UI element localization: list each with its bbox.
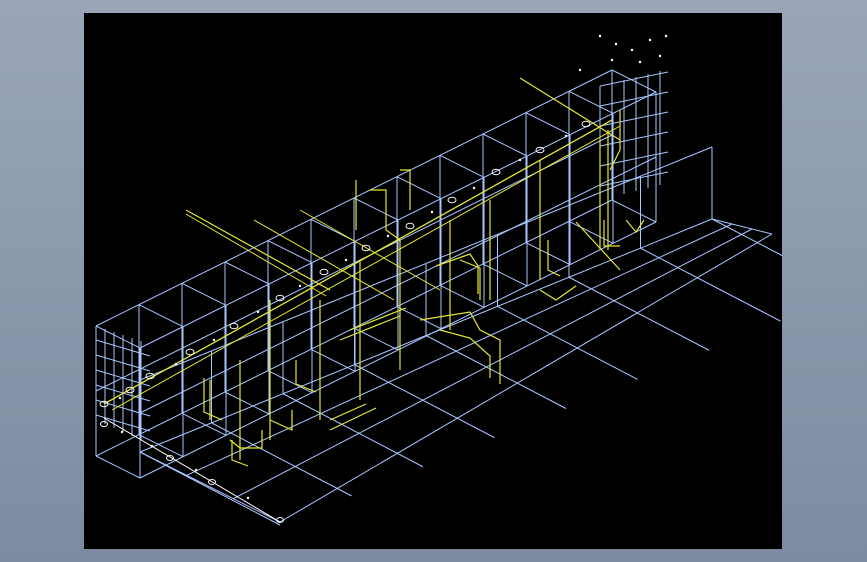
frame-cross-bottom xyxy=(267,370,313,394)
building-frame-grid xyxy=(95,69,782,526)
frame-cross-top xyxy=(95,325,141,349)
pipe-elbow xyxy=(203,378,223,421)
pipe-joint-dot xyxy=(174,362,178,366)
floor-right-edge xyxy=(711,218,773,235)
ground-marker-ring xyxy=(100,421,108,427)
pipe-joint-dot xyxy=(518,158,522,162)
construction-point-dot xyxy=(610,58,614,62)
pipe-joint-dot xyxy=(298,284,302,288)
pipe-elbow xyxy=(370,189,401,241)
pipe-loop xyxy=(419,311,501,384)
floor-grid-depth xyxy=(497,305,638,380)
pipe-joint-dot xyxy=(212,338,216,342)
frame-cross-top xyxy=(439,154,485,178)
construction-point-dot xyxy=(614,42,618,46)
frame-cross-top xyxy=(482,133,528,157)
floor-grid-depth xyxy=(711,218,782,257)
pipe-fitting-ring xyxy=(405,222,415,230)
pipe-fittings xyxy=(99,34,668,523)
pipe-joint-dot xyxy=(344,258,348,262)
pipe-joint-dot xyxy=(430,210,434,214)
construction-point-dot xyxy=(578,68,582,72)
pipe-joint-dot xyxy=(564,134,568,138)
frame-cross-top xyxy=(525,112,571,136)
pipe-elbow xyxy=(459,259,481,300)
construction-point-dot xyxy=(638,60,642,64)
ground-marker-dot xyxy=(194,468,198,472)
frame-cross-top xyxy=(611,69,657,93)
pipe-fitting-ring xyxy=(185,348,195,356)
pipe-elbow xyxy=(400,169,411,210)
frame-cross-top xyxy=(396,176,442,200)
floor-grid-depth xyxy=(640,247,781,322)
frame-end-horizontal xyxy=(599,171,669,187)
frame-cross-bottom xyxy=(568,220,614,244)
frame-end-horizontal xyxy=(599,111,669,127)
frame-cross-bottom xyxy=(611,199,657,223)
pipe-fitting-ring xyxy=(581,120,591,128)
pipe-joint-dot xyxy=(386,234,390,238)
ground-marker-dot xyxy=(246,496,250,500)
frame-cross-top xyxy=(181,282,227,306)
frame-cross-bottom xyxy=(95,455,141,479)
pipe-loop xyxy=(439,329,491,378)
frame-longitudinal-front-top xyxy=(139,146,713,381)
frame-cross-top xyxy=(224,261,270,285)
construction-point-dot xyxy=(598,34,602,38)
pipe-joint-dot xyxy=(118,396,122,400)
pipe-joint-dot xyxy=(256,310,260,314)
diagonal-branch-pipe xyxy=(185,213,327,297)
frame-end-horizontal xyxy=(599,91,669,107)
floor-grid-depth xyxy=(425,335,567,409)
ground-marker-line xyxy=(103,417,281,523)
pipe-elbow xyxy=(269,410,293,431)
floor-grid-depth xyxy=(282,393,424,468)
cad-viewport[interactable] xyxy=(84,13,782,549)
floor-grid-depth xyxy=(354,364,495,439)
frame-cross-bottom xyxy=(310,348,356,372)
pipe-elbow xyxy=(603,220,620,247)
frame-end-horizontal xyxy=(599,151,669,167)
isometric-pipe-drawing xyxy=(95,34,782,526)
pipe-elbow xyxy=(625,219,645,234)
frame-longitudinal-mid xyxy=(139,156,657,414)
frame-end-horizontal xyxy=(599,71,669,87)
frame-cross-top xyxy=(138,304,184,328)
pipe-fitting-ring xyxy=(319,268,329,276)
construction-point-dot xyxy=(648,38,652,42)
frame-cross-top xyxy=(568,90,614,114)
pipe-segment xyxy=(329,407,377,431)
floor-left-edge xyxy=(139,451,281,523)
pipe-joint-dot xyxy=(472,186,476,190)
pipe-loop xyxy=(435,253,479,294)
diagonal-branch-pipe xyxy=(299,209,441,291)
pipe-fitting-ring xyxy=(491,168,501,176)
construction-point-dot xyxy=(658,54,662,58)
ground-marker-dot xyxy=(150,444,154,448)
frame-cross-top xyxy=(353,197,399,221)
frame-cross-bottom xyxy=(138,434,184,458)
construction-point-dot xyxy=(630,48,634,52)
ground-marker-dot xyxy=(120,430,124,434)
construction-point-dot xyxy=(664,34,668,38)
frame-cross-bottom xyxy=(224,391,270,415)
pipe-fitting-ring xyxy=(229,322,239,330)
pipe-fitting-ring xyxy=(447,196,457,204)
main-pipe-run xyxy=(103,119,613,405)
pipe-elbow xyxy=(229,430,263,449)
